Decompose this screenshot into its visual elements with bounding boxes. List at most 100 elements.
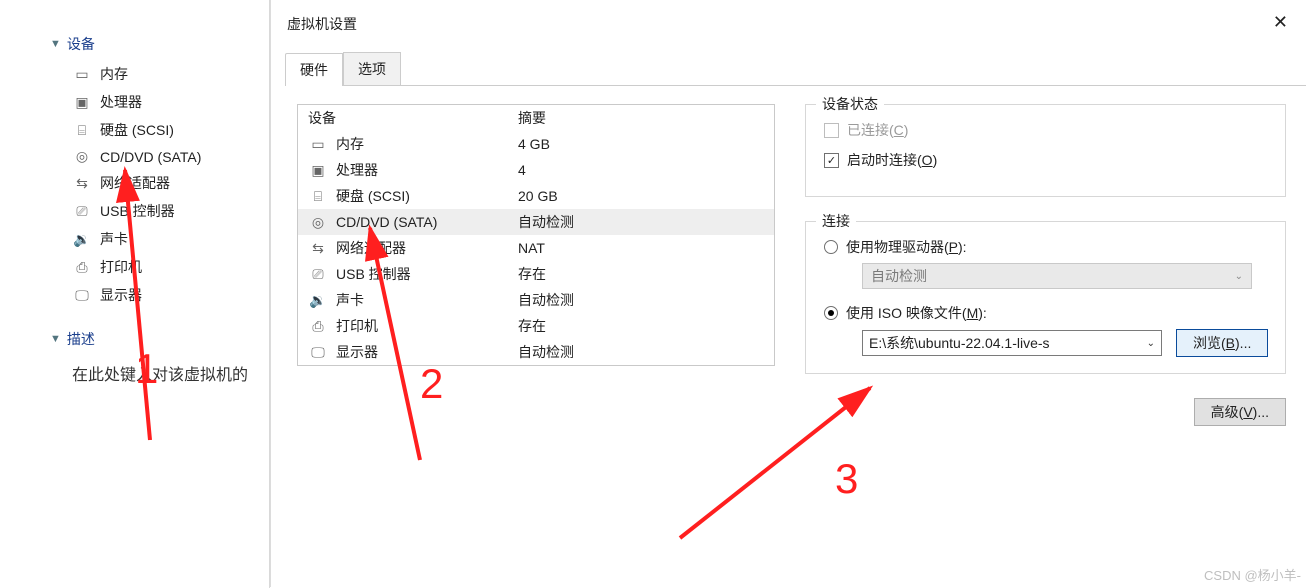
- dialog-title: 虚拟机设置: [287, 14, 357, 34]
- tree-devices-header[interactable]: ▼ 设备: [0, 30, 269, 60]
- device-summary: 自动检测: [518, 342, 764, 362]
- annotation-number-3: 3: [835, 455, 858, 503]
- right-panel: 设备状态 已连接(C) ✓ 启动时连接(O) 连接 使用物理驱动器(P): 自动…: [805, 104, 1286, 426]
- radio-use-iso[interactable]: 使用 ISO 映像文件(M):: [824, 303, 1271, 323]
- tree-item[interactable]: 🔉 声卡: [0, 225, 269, 253]
- device-panel: 设备 摘要 ▭ 内存 4 GB ▣ 处理器 4 ⌸ 硬盘 (SCSI) 20 GB ◎ CD/DVD…: [297, 104, 775, 426]
- tree-item[interactable]: ⇆ 网络适配器: [0, 169, 269, 197]
- table-row[interactable]: 🔉 声卡 自动检测: [298, 287, 774, 313]
- radio-physical-label: 使用物理驱动器(P):: [846, 237, 967, 257]
- physical-drive-select: 自动检测 ⌄: [862, 263, 1252, 289]
- tab-hardware[interactable]: 硬件: [285, 53, 343, 86]
- tree-item-label: 声卡: [100, 229, 128, 249]
- checkbox-connected: 已连接(C): [824, 120, 1271, 140]
- device-name: 声卡: [336, 290, 364, 310]
- table-row[interactable]: ▭ 内存 4 GB: [298, 131, 774, 157]
- table-row[interactable]: ⇆ 网络适配器 NAT: [298, 235, 774, 261]
- tree-item-label: 打印机: [100, 257, 142, 277]
- table-row[interactable]: ▣ 处理器 4: [298, 157, 774, 183]
- device-table: 设备 摘要 ▭ 内存 4 GB ▣ 处理器 4 ⌸ 硬盘 (SCSI) 20 GB ◎ CD/DVD…: [297, 104, 775, 366]
- device-name: 内存: [336, 134, 364, 154]
- tree-item-label: 硬盘 (SCSI): [100, 120, 174, 140]
- close-icon[interactable]: ✕: [1271, 14, 1290, 30]
- audio-icon: 🔉: [308, 292, 328, 309]
- chevron-down-icon: ▼: [50, 333, 61, 345]
- annotation-number-2: 2: [420, 360, 443, 408]
- header-summary: 摘要: [518, 108, 764, 128]
- cpu-icon: ▣: [72, 94, 92, 111]
- iso-file-combobox[interactable]: E:\系统\ubuntu-22.04.1-live-s ⌄: [862, 330, 1162, 356]
- vm-settings-dialog: 虚拟机设置 ✕ 硬件 选项 设备 摘要 ▭ 内存 4 GB ▣ 处理器 4 ⌸ 硬盘 (SCS…: [270, 0, 1306, 587]
- physical-drive-value: 自动检测: [871, 266, 927, 286]
- device-name: 网络适配器: [336, 238, 406, 258]
- radio-physical-drive[interactable]: 使用物理驱动器(P):: [824, 237, 1271, 257]
- network-icon: ⇆: [72, 175, 92, 192]
- device-summary: 4 GB: [518, 136, 764, 152]
- group-connection: 连接 使用物理驱动器(P): 自动检测 ⌄ 使用 ISO 映像文件(M): E:…: [805, 221, 1286, 374]
- legend-status: 设备状态: [816, 94, 884, 114]
- tree-item-label: CD/DVD (SATA): [100, 149, 201, 165]
- tree-item[interactable]: ⌸ 硬盘 (SCSI): [0, 116, 269, 144]
- radio-iso-label: 使用 ISO 映像文件(M):: [846, 303, 987, 323]
- device-summary: 4: [518, 162, 764, 178]
- device-summary: 存在: [518, 264, 764, 284]
- device-name: 处理器: [336, 160, 378, 180]
- disc-icon: ◎: [308, 214, 328, 231]
- device-name: CD/DVD (SATA): [336, 214, 437, 230]
- checkbox-connected-label: 已连接(C): [847, 120, 908, 140]
- watermark: CSDN @杨小羊-: [1204, 565, 1301, 584]
- tree-item-label: USB 控制器: [100, 201, 175, 221]
- device-name: 硬盘 (SCSI): [336, 186, 410, 206]
- device-summary: NAT: [518, 240, 764, 256]
- table-row[interactable]: ⎚ USB 控制器 存在: [298, 261, 774, 287]
- tree-item-label: 显示器: [100, 285, 142, 305]
- tree-item-label: 网络适配器: [100, 173, 170, 193]
- network-icon: ⇆: [308, 240, 328, 257]
- device-summary: 存在: [518, 316, 764, 336]
- iso-file-value: E:\系统\ubuntu-22.04.1-live-s: [869, 333, 1050, 353]
- group-device-status: 设备状态 已连接(C) ✓ 启动时连接(O): [805, 104, 1286, 197]
- tree-item[interactable]: ◎ CD/DVD (SATA): [0, 144, 269, 169]
- table-row[interactable]: 🖵显示器自动检测: [298, 339, 774, 365]
- printer-icon: ⎙: [72, 259, 92, 276]
- device-summary: 自动检测: [518, 212, 764, 232]
- disc-icon: ◎: [72, 148, 92, 165]
- device-name: 显示器: [336, 342, 378, 362]
- device-summary: 20 GB: [518, 188, 764, 204]
- tree-item[interactable]: ▭ 内存: [0, 60, 269, 88]
- checkbox-connect-on-start[interactable]: ✓ 启动时连接(O): [824, 150, 1271, 170]
- disk-icon: ⌸: [308, 188, 328, 205]
- memory-icon: ▭: [308, 136, 328, 153]
- tree-item[interactable]: 🖵 显示器: [0, 281, 269, 309]
- device-summary: 自动检测: [518, 290, 764, 310]
- device-name: USB 控制器: [336, 264, 411, 284]
- printer-icon: ⎙: [308, 318, 328, 335]
- disk-icon: ⌸: [72, 122, 92, 139]
- chevron-down-icon: ⌄: [1235, 271, 1243, 282]
- advanced-button[interactable]: 高级(V)...: [1194, 398, 1286, 426]
- display-icon: 🖵: [72, 287, 92, 304]
- annotation-number-1: 1: [135, 345, 158, 393]
- tree-devices-label: 设备: [67, 34, 95, 54]
- browse-button[interactable]: 浏览(B)...: [1176, 329, 1268, 357]
- memory-icon: ▭: [72, 66, 92, 83]
- usb-icon: ⎚: [72, 203, 92, 220]
- checkbox-connect-on-start-label: 启动时连接(O): [847, 150, 937, 170]
- tree-item-label: 内存: [100, 64, 128, 84]
- tree-item[interactable]: ⎙ 打印机: [0, 253, 269, 281]
- usb-icon: ⎚: [308, 266, 328, 283]
- tree-item[interactable]: ▣处理器: [0, 88, 269, 116]
- radio-icon: [824, 306, 838, 320]
- tree-item[interactable]: ⎚ USB 控制器: [0, 197, 269, 225]
- left-tree: ▼ 设备 ▭ 内存 ▣处理器 ⌸ 硬盘 (SCSI) ◎ CD/DVD (SATA) ⇆ 网络适…: [0, 0, 270, 588]
- tab-options[interactable]: 选项: [343, 52, 401, 85]
- device-table-header: 设备 摘要: [298, 105, 774, 131]
- table-row[interactable]: ◎ CD/DVD (SATA) 自动检测: [298, 209, 774, 235]
- audio-icon: 🔉: [72, 231, 92, 248]
- table-row[interactable]: ⎙ 打印机 存在: [298, 313, 774, 339]
- table-row[interactable]: ⌸ 硬盘 (SCSI) 20 GB: [298, 183, 774, 209]
- legend-connection: 连接: [816, 211, 856, 231]
- checkbox-icon: ✓: [824, 153, 839, 168]
- device-name: 打印机: [336, 316, 378, 336]
- cpu-icon: ▣: [308, 162, 328, 179]
